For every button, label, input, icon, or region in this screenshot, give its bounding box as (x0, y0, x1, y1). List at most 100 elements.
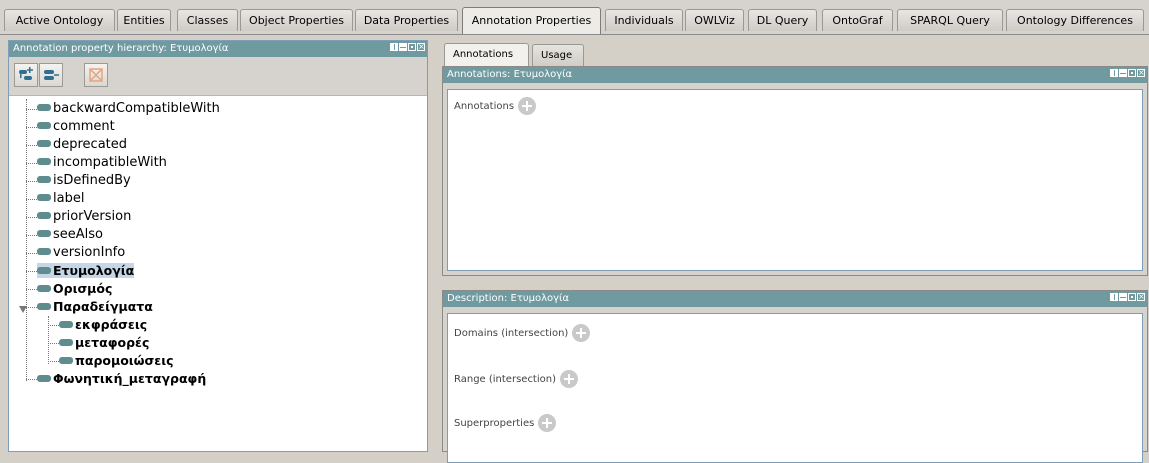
tree-item-content: label (37, 191, 84, 206)
add-domain-icon[interactable] (572, 324, 591, 342)
tree-connector (26, 217, 37, 218)
tab-sparql-query[interactable]: SPARQL Query (897, 9, 1003, 31)
tree-item-label: isDefinedBy (53, 173, 131, 188)
tree-item[interactable]: Φωνητική_μεταγραφή (37, 370, 206, 388)
hierarchy-view-title: Annotation property hierarchy: Ετυμολογί… (13, 43, 229, 54)
range-section-label: Range (intersection) (454, 374, 556, 385)
tree-item[interactable]: backwardCompatibleWith (37, 100, 220, 118)
tab-data-properties[interactable]: Data Properties (355, 9, 458, 31)
annotation-property-icon (37, 122, 51, 129)
tree-item[interactable]: Ετυμολογία (37, 262, 135, 280)
add-superproperty-icon[interactable] (538, 414, 557, 432)
tree-connector (26, 163, 37, 164)
tab-entities[interactable]: Entities (117, 9, 171, 31)
tab-classes[interactable]: Classes (177, 9, 238, 31)
tree-item[interactable]: incompatibleWith (37, 154, 167, 172)
close-view-icon[interactable] (1137, 69, 1145, 77)
add-sibling-property-button[interactable] (39, 63, 63, 87)
tree-connector (26, 379, 37, 380)
annotations-section-label: Annotations (454, 101, 515, 112)
hierarchy-view-controls (389, 43, 425, 55)
tree-item[interactable]: versionInfo (37, 244, 125, 262)
float-view-icon[interactable] (408, 43, 416, 51)
tree-connector (26, 99, 27, 381)
tree-item[interactable]: παρομοιώσεις (59, 352, 174, 370)
tree-item[interactable]: isDefinedBy (37, 172, 131, 190)
tree-item[interactable]: μεταφορές (59, 334, 149, 352)
tree-item-content: isDefinedBy (37, 173, 131, 188)
tree-item[interactable]: Παραδείγματα (37, 298, 153, 316)
tab-dl-query[interactable]: DL Query (748, 9, 817, 31)
tab-annotation-properties[interactable]: Annotation Properties (462, 7, 601, 34)
add-annotation-icon[interactable] (518, 97, 537, 115)
split-vertical-icon[interactable] (1119, 69, 1127, 77)
delete-property-button[interactable] (84, 63, 108, 87)
description-view-header: Description: Ετυμολογία (443, 291, 1147, 307)
annotation-property-icon (37, 267, 51, 274)
hierarchy-view-header: Annotation property hierarchy: Ετυμολογί… (9, 41, 427, 57)
tree-item[interactable]: deprecated (37, 136, 127, 154)
tree-item[interactable]: εκφράσεις (59, 316, 147, 334)
description-view: Description: Ετυμολογία Domains (interse… (442, 290, 1148, 463)
range-section: Range (intersection) (454, 370, 578, 388)
tree-item[interactable]: priorVersion (37, 208, 131, 226)
annotation-property-icon (37, 104, 51, 111)
annotation-property-icon (59, 357, 73, 364)
annotation-property-icon (37, 158, 51, 165)
split-vertical-icon[interactable] (399, 43, 407, 51)
superproperties-section-label: Superproperties (454, 418, 535, 429)
superproperties-section: Superproperties (454, 414, 557, 432)
add-sub-property-button[interactable] (14, 63, 38, 87)
tree-item-label: versionInfo (53, 245, 126, 260)
annotation-property-icon (59, 339, 73, 346)
tree-item[interactable]: label (37, 190, 84, 208)
tab-individuals[interactable]: Individuals (605, 9, 683, 31)
tab-owlviz[interactable]: OWLViz (685, 9, 744, 31)
tree-connector (26, 109, 37, 110)
tree-item-label: μεταφορές (75, 335, 150, 350)
tree-item[interactable]: comment (37, 118, 115, 136)
tree-item-content: εκφράσεις (59, 317, 147, 332)
tree-connector (48, 325, 59, 326)
annotation-property-icon (37, 176, 51, 183)
add-range-icon[interactable] (560, 370, 578, 388)
split-vertical-icon[interactable] (1119, 293, 1127, 301)
tree-item-content: priorVersion (37, 209, 131, 224)
tree-item[interactable]: seeAlso (37, 226, 103, 244)
split-horizontal-icon[interactable] (1110, 69, 1118, 77)
float-view-icon[interactable] (1128, 69, 1136, 77)
close-view-icon[interactable] (417, 43, 425, 51)
tab-ontograf[interactable]: OntoGraf (822, 9, 893, 31)
tree-item-content: Παραδείγματα (37, 299, 153, 314)
description-list: Domains (intersection) Range (intersecti… (447, 313, 1143, 463)
annotations-view-controls (1109, 69, 1145, 81)
tab-object-properties[interactable]: Object Properties (240, 9, 353, 31)
tree-connector (26, 253, 37, 254)
annotation-property-icon (37, 248, 51, 255)
annotation-property-hierarchy-view: Annotation property hierarchy: Ετυμολογί… (8, 40, 428, 452)
float-view-icon[interactable] (1128, 293, 1136, 301)
tab-annotations[interactable]: Annotations (444, 43, 529, 67)
tree-item-content: Ετυμολογία (37, 263, 135, 278)
tree-connector (26, 145, 37, 146)
split-horizontal-icon[interactable] (1110, 293, 1118, 301)
close-view-icon[interactable] (1137, 293, 1145, 301)
add-sibling-property-icon (44, 70, 59, 80)
domains-section: Domains (intersection) (454, 324, 591, 342)
annotation-property-icon (37, 303, 51, 310)
property-tree: backwardCompatibleWith comment deprecated i… (9, 96, 427, 451)
tree-item-content: seeAlso (37, 227, 103, 242)
split-horizontal-icon[interactable] (390, 43, 398, 51)
tree-connector (26, 181, 37, 182)
main-tab-bar: Active Ontology Entities Classes Object … (0, 0, 1149, 35)
tree-connector (26, 271, 37, 272)
tab-ontology-differences[interactable]: Ontology Differences (1006, 9, 1144, 31)
tree-item-label: παρομοιώσεις (75, 353, 174, 368)
tree-connector (26, 235, 37, 236)
tab-usage[interactable]: Usage (532, 44, 584, 66)
tab-active-ontology[interactable]: Active Ontology (4, 9, 115, 31)
tree-connector (48, 316, 49, 364)
tree-item-label: priorVersion (53, 209, 132, 224)
tree-item[interactable]: Ορισμός (37, 280, 112, 298)
annotation-property-icon (37, 375, 51, 382)
